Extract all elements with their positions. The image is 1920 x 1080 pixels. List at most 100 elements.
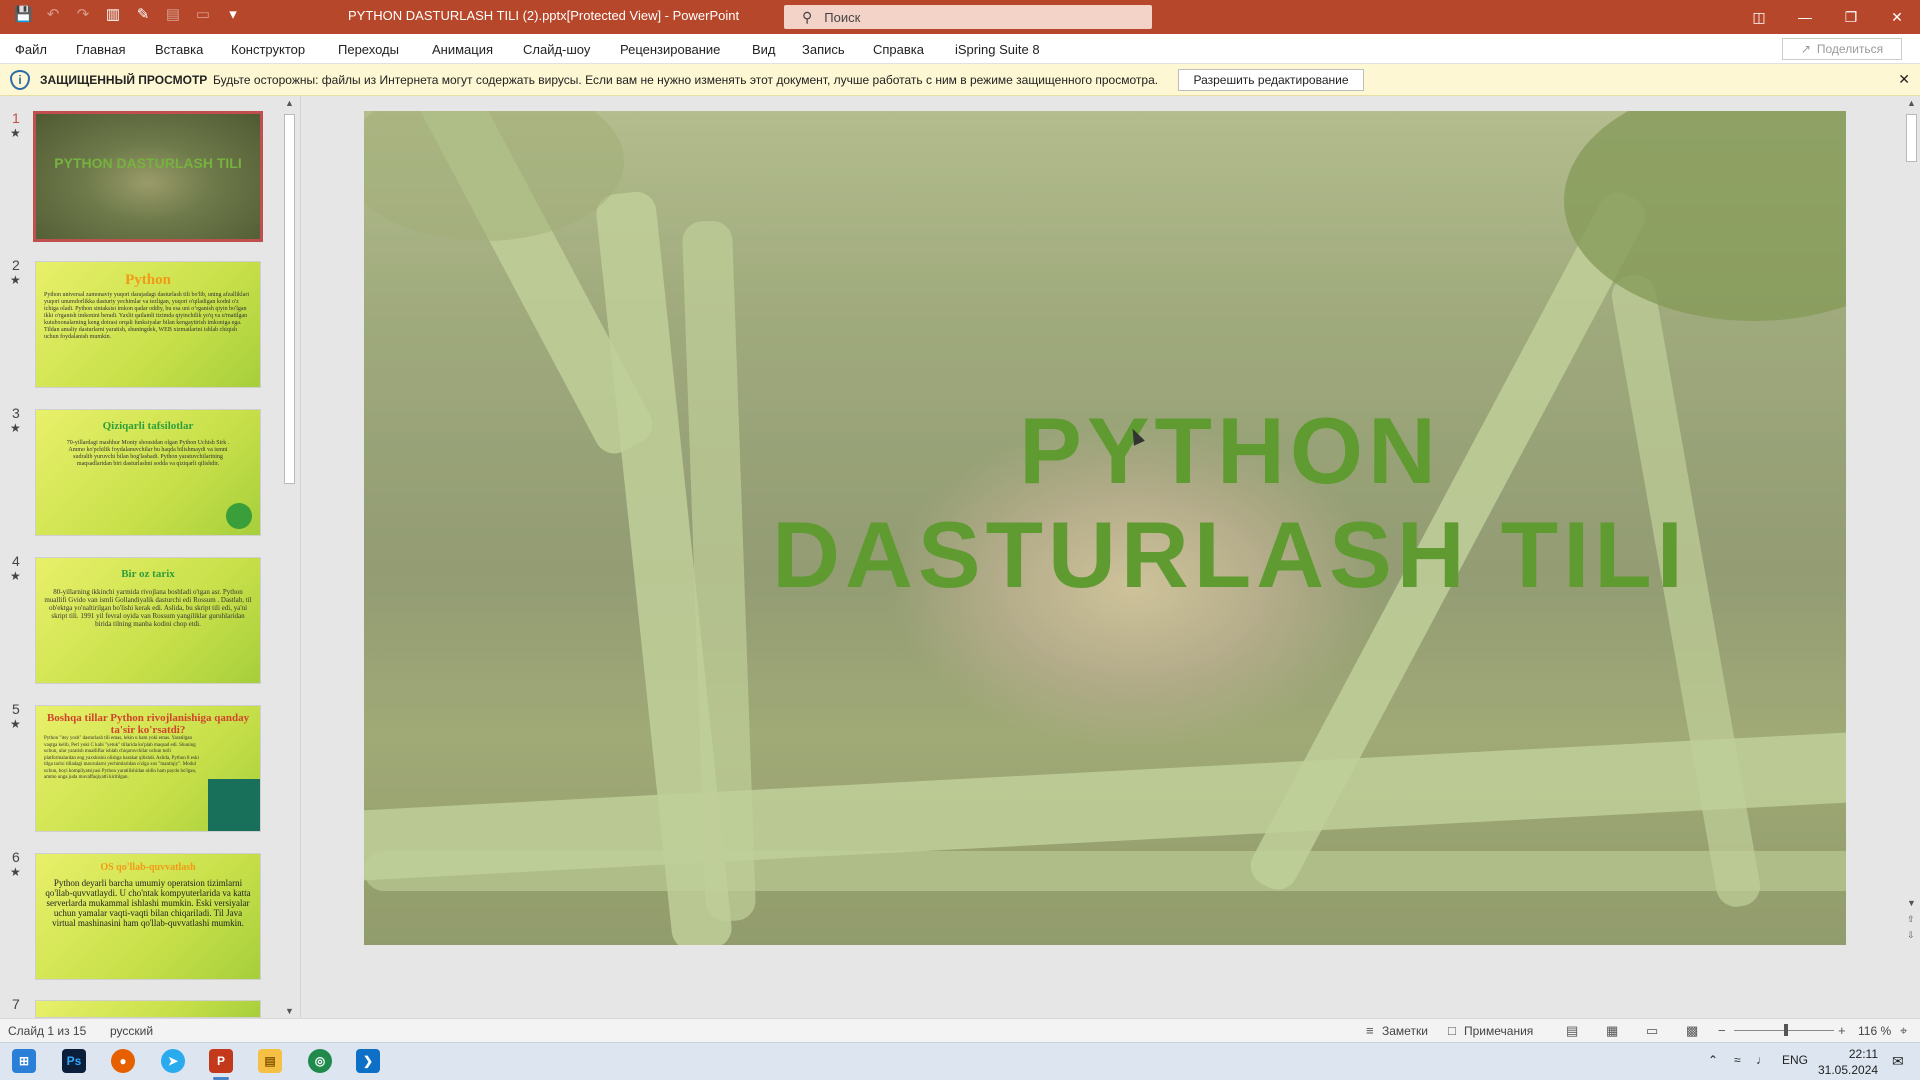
slideshow-view-icon[interactable]: ▩ [1686,1023,1698,1039]
slide-thumbnail-3[interactable]: Qiziqarli tafsilotlar 70-yillardagi mash… [35,409,261,536]
tab-design[interactable]: Конструктор [231,42,305,57]
tab-view[interactable]: Вид [752,42,776,57]
clock[interactable]: 22:11 31.05.2024 [1818,1046,1878,1078]
restore-icon[interactable]: ❐ [1828,0,1874,34]
close-bar-icon[interactable]: ✕ [1898,71,1910,88]
tab-file[interactable]: Файл [15,42,47,57]
slide-number: 7 [12,996,20,1012]
scrollbar-thumb[interactable] [1906,114,1917,162]
ink-icon[interactable]: ✎ [134,6,152,24]
thumbnail-body: 70-yillardagi mashhur Monty shousidan ol… [66,440,230,467]
undo-icon[interactable]: ↶ [44,6,62,24]
fit-to-window-icon[interactable]: ⌖ [1900,1023,1907,1039]
powerpoint-icon[interactable]: P [209,1049,233,1073]
quick-access-toolbar: 💾 ↶ ↷ ▥ ✎ ▤ ▭ ▾ [14,6,242,24]
slide-thumbnail-1[interactable]: PYTHON DASTURLASH TILI [33,111,263,242]
reading-view-icon[interactable]: ▭ [1646,1023,1658,1039]
file-explorer-icon[interactable]: ▤ [258,1049,282,1073]
share-icon: ↗ [1800,42,1811,56]
slide-title-line1: PYTHON [1019,398,1441,503]
tab-animations[interactable]: Анимация [432,42,493,57]
scroll-up-icon[interactable]: ▲ [1907,98,1916,108]
title-bar: 💾 ↶ ↷ ▥ ✎ ▤ ▭ ▾ PYTHON DASTURLASH TILI (… [0,0,1920,34]
search-icon: ⚲ [802,8,813,25]
normal-view-icon[interactable]: ▤ [1566,1023,1578,1039]
slide-title[interactable]: PYTHON DASTURLASH TILI [364,399,1846,607]
photoshop-icon[interactable]: Ps [62,1049,86,1073]
thumbnail-title: Qiziqarli tafsilotlar [102,420,194,432]
thumbnail-title: Boshqa tillar Python rivojlanishiga qand… [46,712,250,736]
slide-number: 5 [12,701,20,717]
notes-icon[interactable]: ≡ [1366,1023,1374,1038]
notifications-icon[interactable]: ✉ [1892,1053,1904,1070]
slide-thumbnail-5[interactable]: Boshqa tillar Python rivojlanishiga qand… [35,705,261,832]
tab-insert[interactable]: Вставка [155,42,203,57]
zoom-level[interactable]: 116 % [1858,1024,1891,1038]
comments-icon[interactable]: □ [1448,1023,1456,1038]
thumbnail-body: Python deyarli barcha umumiy operatsion … [45,878,251,928]
slide-thumbnail-6[interactable]: OS qo'llab-quvvatlash Python deyarli bar… [35,853,261,980]
minimize-icon[interactable]: — [1782,0,1828,34]
firefox-icon[interactable]: ● [111,1049,135,1073]
redo-icon[interactable]: ↷ [74,6,92,24]
zoom-slider-knob[interactable] [1784,1024,1788,1036]
thumbnail-title: Python [125,272,171,288]
ribbon-display-options-icon[interactable]: ◫ [1736,0,1782,34]
tab-review[interactable]: Рецензирование [620,42,720,57]
thumbnails-scrollbar[interactable]: ▲ ▼ [282,96,298,1018]
slide-thumbnail-4[interactable]: Bir oz tarix 80-yillarning ikkinchi yarm… [35,557,261,684]
ribbon-tabs: Файл Главная Вставка Конструктор Переход… [0,34,1920,64]
thumbnail-body: Python "itsy yosh" dasturlash tili emas,… [44,736,199,780]
share-button[interactable]: ↗ Поделиться [1782,38,1902,60]
slide-scrollbar[interactable]: ▲ ▼ ⇧ ⇩ [1904,96,1920,1018]
tab-home[interactable]: Главная [76,42,125,57]
save-icon[interactable]: 💾 [14,6,33,24]
next-slide-icon[interactable]: ⇩ [1907,930,1915,941]
slide-number: 6 [12,849,20,865]
tab-help[interactable]: Справка [873,42,924,57]
tab-ispring[interactable]: iSpring Suite 8 [955,42,1040,57]
tab-transitions[interactable]: Переходы [338,42,399,57]
vscode-icon[interactable]: ❯ [356,1049,380,1073]
current-slide[interactable]: PYTHON DASTURLASH TILI [364,111,1846,945]
animation-star-icon: ★ [10,569,21,583]
chrome-icon[interactable]: ◎ [308,1049,332,1073]
start-slideshow-icon[interactable]: ▥ [104,6,122,24]
previous-slide-icon[interactable]: ⇧ [1907,914,1915,925]
comments-button[interactable]: Примечания [1464,1024,1533,1038]
start-icon[interactable]: ⊞ [12,1049,36,1073]
animation-star-icon: ★ [10,717,21,731]
tab-record[interactable]: Запись [802,42,845,57]
layout-icon[interactable]: ▤ [164,6,182,24]
search-box[interactable]: ⚲ Поиск [784,5,1152,29]
scroll-down-icon[interactable]: ▼ [1907,898,1916,908]
zoom-out-icon[interactable]: − [1718,1023,1726,1038]
language-indicator[interactable]: русский [110,1024,153,1038]
tab-slideshow[interactable]: Слайд-шоу [523,42,590,57]
scrollbar-thumb[interactable] [284,114,295,484]
scroll-down-icon[interactable]: ▼ [285,1006,294,1016]
zoom-slider[interactable] [1734,1024,1834,1036]
protected-view-title: ЗАЩИЩЕННЫЙ ПРОСМОТР [40,73,208,87]
touch-mode-icon[interactable]: ▭ [194,6,212,24]
close-icon[interactable]: ✕ [1874,0,1920,34]
slide-thumbnail-2[interactable]: Python Python universal zamonaviy yuqori… [35,261,261,388]
zoom-in-icon[interactable]: + [1838,1023,1846,1038]
status-bar: Слайд 1 из 15 русский ≡ Заметки □ Примеч… [0,1018,1920,1042]
enable-editing-button[interactable]: Разрешить редактирование [1178,69,1364,91]
slide-thumbnail-7[interactable] [35,1000,261,1018]
slide-editing-area: PYTHON DASTURLASH TILI [300,96,1904,1018]
notes-button[interactable]: Заметки [1382,1024,1428,1038]
language-indicator[interactable]: ENG [1782,1053,1808,1067]
show-hidden-icons-icon[interactable]: ⌃ [1708,1053,1718,1067]
volume-icon[interactable]: ♩ [1756,1053,1768,1067]
protected-view-message: Будьте осторожны: файлы из Интернета мог… [213,73,1159,87]
scroll-up-icon[interactable]: ▲ [285,98,294,108]
decorative-image [208,779,260,831]
slide-counter: Слайд 1 из 15 [8,1024,87,1038]
telegram-icon[interactable]: ➤ [161,1049,185,1073]
slide-sorter-icon[interactable]: ▦ [1606,1023,1618,1039]
wifi-icon[interactable]: ≈ [1734,1053,1741,1067]
customize-qat-icon[interactable]: ▾ [224,6,242,24]
shield-icon: i [10,70,30,90]
